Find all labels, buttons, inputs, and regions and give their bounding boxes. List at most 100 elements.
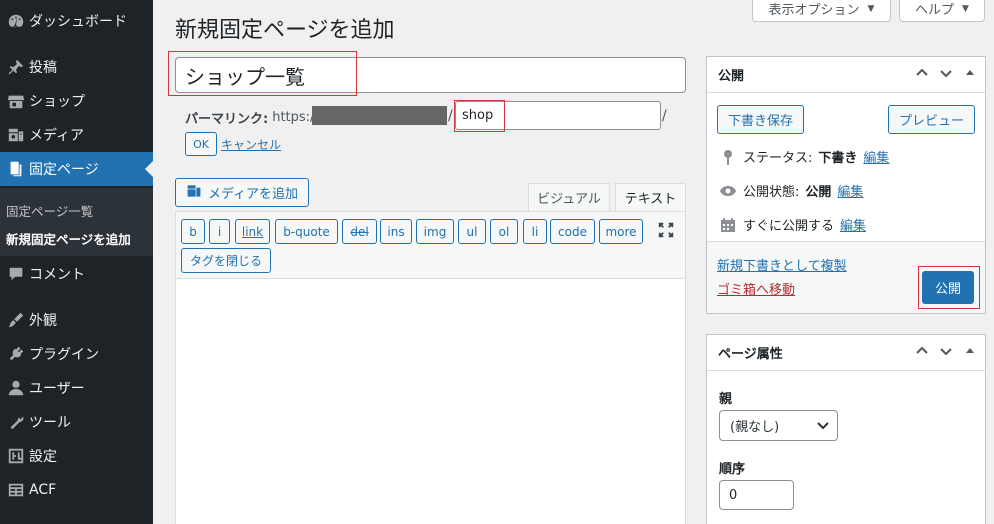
publish-button[interactable]: 公開 (922, 271, 974, 304)
caret-down-icon: ▼ (962, 3, 969, 14)
menu-media[interactable]: メディア (0, 118, 153, 152)
text-editor[interactable]: b i link b-quote del ins img ul ol li co… (175, 211, 686, 524)
menu-pages[interactable]: 固定ページ (0, 152, 153, 186)
chevron-down-icon (817, 419, 829, 435)
store-icon (0, 92, 28, 110)
menu-dashboard[interactable]: ダッシュボード (0, 4, 153, 38)
add-media-button[interactable]: メディアを追加 (175, 178, 309, 207)
menu-label: ACF (29, 482, 57, 498)
qt-link-button[interactable]: link (235, 219, 270, 244)
collapse-triangle-icon[interactable] (963, 66, 977, 83)
parent-value: (親なし) (730, 420, 780, 435)
qt-li-button[interactable]: li (523, 219, 547, 244)
qt-bquote-button[interactable]: b-quote (275, 219, 338, 244)
help-button[interactable]: ヘルプ ▼ (899, 0, 985, 22)
permalink-row: パーマリンク: https:// (185, 108, 319, 127)
qt-italic-button[interactable]: i (209, 219, 230, 244)
menu-posts[interactable]: 投稿 (0, 50, 153, 84)
publish-box-title: 公開 (718, 69, 745, 84)
screen-options-button[interactable]: 表示オプション ▼ (752, 0, 891, 22)
visibility-value: 公開 (805, 185, 832, 200)
media-icon (186, 183, 202, 203)
edit-status-link[interactable]: 編集 (863, 147, 889, 166)
schedule-row: すぐに公開する 編集 (719, 215, 866, 234)
menu-label: メディア (29, 128, 85, 144)
submenu-add-new-page[interactable]: 新規固定ページを追加 (6, 229, 131, 248)
qt-close-tags-button[interactable]: タグを閉じる (181, 248, 271, 273)
tab-text[interactable]: テキスト (615, 183, 686, 211)
menu-users[interactable]: ユーザー (0, 371, 153, 405)
menu-acf[interactable]: ACF (0, 473, 153, 507)
permalink-label: パーマリンク: (185, 112, 269, 127)
menu-label: コメント (29, 267, 85, 283)
admin-sidebar: ダッシュボード 投稿 ショップ メディア 固定ページ 固定ページ一覧 新規固定ペ… (0, 0, 153, 524)
menu-label: プラグイン (29, 347, 99, 363)
menu-comments[interactable]: コメント (0, 257, 153, 291)
chevron-up-icon[interactable] (915, 66, 929, 83)
menu-label: 設定 (29, 449, 57, 465)
plugin-icon (0, 345, 28, 363)
menu-label: ツール (29, 415, 71, 431)
menu-appearance[interactable]: 外観 (0, 303, 153, 337)
user-icon (0, 379, 28, 397)
parent-label: 親 (719, 392, 733, 407)
qt-img-button[interactable]: img (416, 219, 454, 244)
qt-more-button[interactable]: more (599, 219, 643, 244)
parent-select[interactable]: (親なし) (719, 410, 838, 441)
wrench-icon (0, 413, 28, 431)
fullscreen-icon[interactable] (657, 221, 675, 239)
qt-ins-button[interactable]: ins (380, 219, 412, 244)
menu-plugins[interactable]: プラグイン (0, 337, 153, 371)
menu-label: ユーザー (29, 381, 85, 397)
chevron-up-icon[interactable] (915, 344, 929, 361)
cancel-link[interactable]: キャンセル (221, 136, 281, 153)
qt-bold-button[interactable]: b (181, 219, 205, 244)
slug-input[interactable]: shop (455, 101, 661, 130)
chevron-down-icon[interactable] (939, 344, 953, 361)
qt-code-button[interactable]: code (550, 219, 595, 244)
edit-schedule-link[interactable]: 編集 (840, 215, 866, 234)
permalink-slash: / (662, 108, 667, 124)
redacted-domain (312, 106, 447, 125)
qt-ol-button[interactable]: ol (490, 219, 518, 244)
duplicate-draft-link[interactable]: 新規下書きとして複製 (717, 255, 847, 274)
submenu-all-pages[interactable]: 固定ページ一覧 (6, 201, 93, 220)
pages-submenu: 固定ページ一覧 新規固定ページを追加 (0, 188, 153, 256)
eye-icon (719, 185, 737, 197)
collapse-triangle-icon[interactable] (963, 344, 977, 361)
qt-ul-button[interactable]: ul (458, 219, 486, 244)
page-icon (0, 160, 28, 178)
media-icon (0, 126, 28, 144)
menu-label: ショップ (29, 94, 85, 110)
visibility-label: 公開状態: (743, 185, 800, 200)
post-title-input[interactable]: ショップ一覧 (175, 57, 686, 93)
qt-del-button[interactable]: del (342, 219, 377, 244)
save-draft-button[interactable]: 下書き保存 (717, 105, 804, 134)
menu-label: 投稿 (29, 60, 57, 76)
status-row: ステータス: 下書き 編集 (719, 147, 889, 166)
status-value: 下書き (818, 151, 858, 166)
page-attributes-header: ページ属性 (707, 335, 985, 371)
trash-link[interactable]: ゴミ箱へ移動 (717, 279, 795, 298)
pin-icon (719, 149, 737, 165)
help-label: ヘルプ (915, 3, 955, 18)
page-attributes-title: ページ属性 (718, 347, 783, 362)
dashboard-icon (0, 12, 28, 30)
caret-down-icon: ▼ (867, 3, 875, 14)
status-label: ステータス: (743, 151, 813, 166)
menu-tools[interactable]: ツール (0, 405, 153, 439)
calendar-icon (719, 217, 737, 233)
page-title: 新規固定ページを追加 (175, 18, 395, 43)
order-input[interactable]: 0 (719, 480, 794, 510)
preview-button[interactable]: プレビュー (888, 105, 975, 134)
publish-box: 公開 下書き保存 プレビュー ステータス: 下書き 編集 公開状態: 公開 編集… (706, 56, 986, 314)
chevron-down-icon[interactable] (939, 66, 953, 83)
edit-visibility-link[interactable]: 編集 (837, 181, 863, 200)
ok-button[interactable]: OK (185, 132, 217, 156)
publish-actions: 新規下書きとして複製 ゴミ箱へ移動 公開 (707, 241, 985, 313)
menu-shop[interactable]: ショップ (0, 84, 153, 118)
menu-settings[interactable]: 設定 (0, 439, 153, 473)
tab-visual[interactable]: ビジュアル (528, 183, 610, 211)
screen-options-label: 表示オプション (768, 3, 860, 18)
pin-icon (0, 58, 28, 76)
